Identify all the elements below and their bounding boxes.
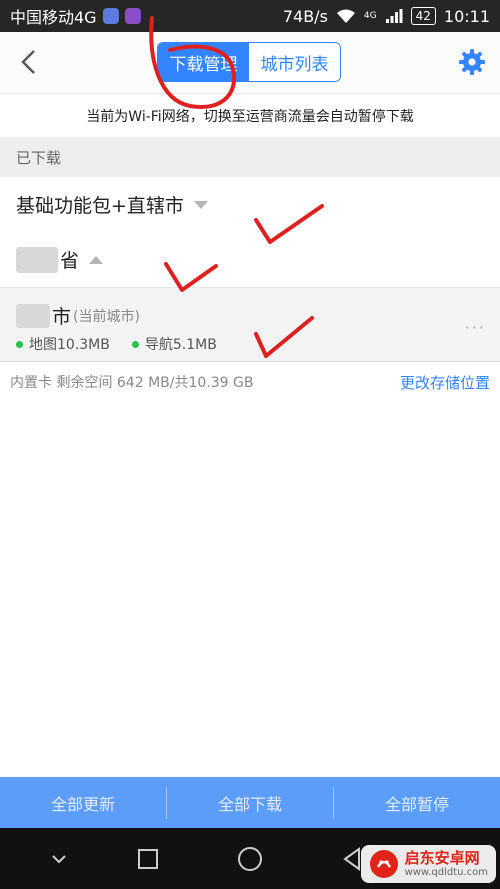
- status-bar: 中国移动4G 74B/s 4G 42 10:11: [0, 0, 500, 32]
- city-name: 市 (当前城市): [16, 302, 140, 329]
- redacted-block: [16, 303, 50, 328]
- system-nav-bar: 启东安卓网 www.qdldtu.com: [0, 828, 500, 889]
- back-arrow-icon: [21, 50, 35, 74]
- status-dot-icon: [131, 340, 139, 348]
- redacted-block: [16, 246, 58, 273]
- square-icon: [138, 849, 158, 869]
- watermark-logo-icon: [369, 850, 398, 878]
- gear-icon: [459, 49, 485, 75]
- section-downloaded: 已下载: [0, 137, 500, 177]
- nav-dropdown-button[interactable]: [42, 842, 76, 876]
- tab-download-manager[interactable]: 下载管理: [158, 43, 249, 81]
- network-speed: 74B/s: [282, 6, 328, 26]
- watermark: 启东安卓网 www.qdldtu.com: [360, 845, 496, 883]
- status-dot-icon: [16, 340, 23, 348]
- watermark-title: 启东安卓网: [404, 849, 480, 868]
- circle-icon: [238, 847, 262, 871]
- current-city-tag: (当前城市): [73, 308, 140, 325]
- wifi-icon: [336, 9, 355, 23]
- group-label: 省: [60, 250, 80, 272]
- notification-app-icon-2: [124, 8, 141, 24]
- nav-home-button[interactable]: [233, 842, 267, 876]
- nav-recents-button[interactable]: [131, 842, 165, 876]
- city-package-sizes: 地图10.3MB 导航5.1MB: [16, 334, 217, 354]
- triangle-back-icon: [343, 847, 360, 871]
- storage-info: 内置卡 剩余空间 642 MB/共10.39 GB: [10, 375, 254, 391]
- group-label: 基础功能包+直辖市: [16, 195, 184, 217]
- chevron-down-icon: [52, 855, 66, 864]
- network-badge: 4G: [363, 11, 377, 21]
- group-province[interactable]: 省: [0, 232, 500, 288]
- notification-app-icon: [102, 8, 119, 24]
- settings-button[interactable]: [456, 46, 488, 78]
- bottom-action-bar: 全部更新 全部下载 全部暂停: [0, 777, 500, 828]
- change-storage-link[interactable]: 更改存储位置: [400, 372, 490, 393]
- nav-size: 导航5.1MB: [144, 337, 217, 353]
- city-item[interactable]: 市 (当前城市) 地图10.3MB 导航5.1MB ···: [0, 288, 500, 362]
- battery-indicator: 42: [410, 7, 436, 25]
- download-all-button[interactable]: 全部下载: [167, 777, 333, 828]
- header: 下载管理 城市列表: [0, 32, 500, 94]
- more-options-button[interactable]: ···: [465, 318, 486, 337]
- chevron-up-icon: [89, 255, 104, 264]
- chevron-down-icon: [193, 200, 208, 209]
- signal-icon: [385, 9, 403, 23]
- tab-switcher: 下载管理 城市列表: [157, 42, 341, 82]
- group-basic-package[interactable]: 基础功能包+直辖市: [0, 177, 500, 233]
- pause-all-button[interactable]: 全部暂停: [334, 777, 500, 828]
- carrier-label: 中国移动4G: [10, 8, 97, 27]
- back-button[interactable]: [10, 44, 46, 80]
- storage-bar: 内置卡 剩余空间 642 MB/共10.39 GB 更改存储位置: [0, 363, 500, 401]
- tab-city-list[interactable]: 城市列表: [249, 43, 340, 81]
- watermark-url: www.qdldtu.com: [404, 866, 488, 878]
- update-all-button[interactable]: 全部更新: [0, 777, 166, 828]
- wifi-notice: 当前为Wi-Fi网络，切换至运营商流量会自动暂停下载: [0, 95, 500, 137]
- clock: 10:11: [443, 6, 490, 26]
- map-size: 地图10.3MB: [29, 337, 110, 353]
